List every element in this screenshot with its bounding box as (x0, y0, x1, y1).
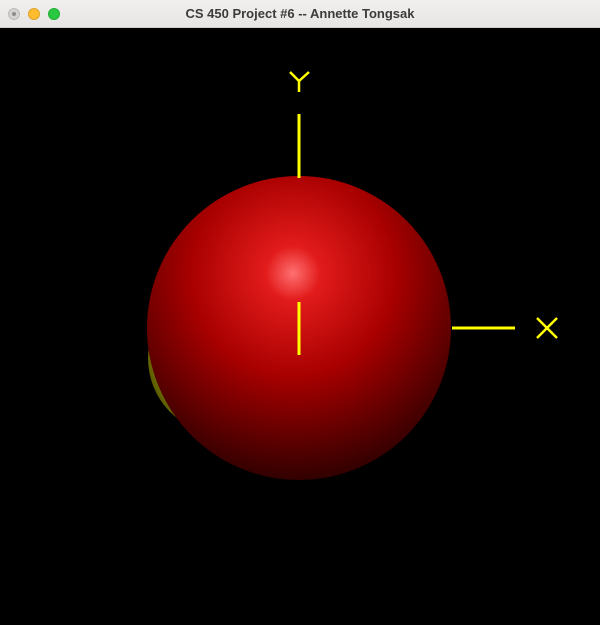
window-title: CS 450 Project #6 -- Annette Tongsak (185, 6, 415, 21)
scene-svg (147, 71, 558, 480)
opengl-canvas[interactable] (0, 28, 600, 625)
app-window: CS 450 Project #6 -- Annette Tongsak (0, 0, 600, 625)
y-axis-label-icon (289, 71, 310, 92)
x-axis-label-icon (536, 317, 558, 339)
title-bar[interactable]: CS 450 Project #6 -- Annette Tongsak (0, 0, 600, 28)
